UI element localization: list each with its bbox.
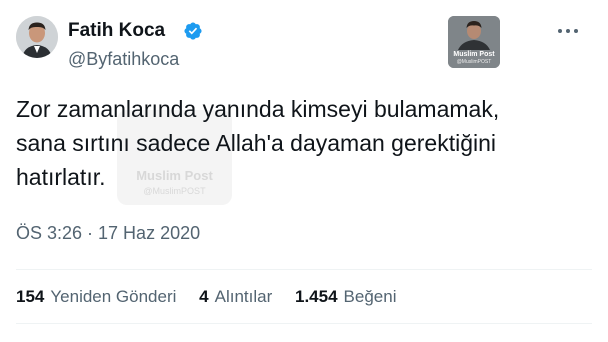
author-handle[interactable]: @Byfatihkoca <box>68 48 179 70</box>
tweet-text-line: Zor zamanlarında yanında kimseyi bulamam… <box>16 96 500 122</box>
retweets-stat[interactable]: 154 Yeniden Gönderi <box>16 286 176 308</box>
likes-count: 1.454 <box>294 287 338 306</box>
avatar-image <box>16 16 58 58</box>
divider <box>16 323 592 324</box>
quotes-label: Alıntılar <box>214 287 273 306</box>
tweet-text-line: hatırlatır. <box>16 164 106 190</box>
likes-label: Beğeni <box>343 287 397 306</box>
tweet-text: Zor zamanlarında yanında kimseyi bulamam… <box>16 92 596 194</box>
engagement-stats: 154 Yeniden Gönderi 4 Alıntılar 1.454 Beğen… <box>16 286 414 308</box>
retweets-count: 154 <box>16 287 45 306</box>
watermark-logo: Muslim Post @MuslimPOST <box>448 16 500 68</box>
more-options-icon[interactable] <box>556 26 580 36</box>
likes-stat[interactable]: 1.454 Beğeni <box>295 286 396 308</box>
tweet-timestamp[interactable]: ÖS 3:26 · 17 Haz 2020 <box>16 222 200 244</box>
avatar[interactable] <box>16 16 58 58</box>
author-display-name[interactable]: Fatih Koca <box>68 20 165 42</box>
divider <box>16 269 592 270</box>
tweet-text-line: sana sırtını sadece Allah'a dayaman gere… <box>16 130 497 156</box>
retweets-label: Yeniden Gönderi <box>50 287 177 306</box>
watermark-subtitle: @MuslimPOST <box>456 59 492 65</box>
quotes-count: 4 <box>199 287 209 306</box>
tweet-card: Fatih Koca @Byfatihkoca Muslim Post @Mus… <box>0 0 608 342</box>
watermark-title: Muslim Post <box>453 51 495 58</box>
verified-badge-icon <box>184 22 202 40</box>
quotes-stat[interactable]: 4 Alıntılar <box>199 286 272 308</box>
